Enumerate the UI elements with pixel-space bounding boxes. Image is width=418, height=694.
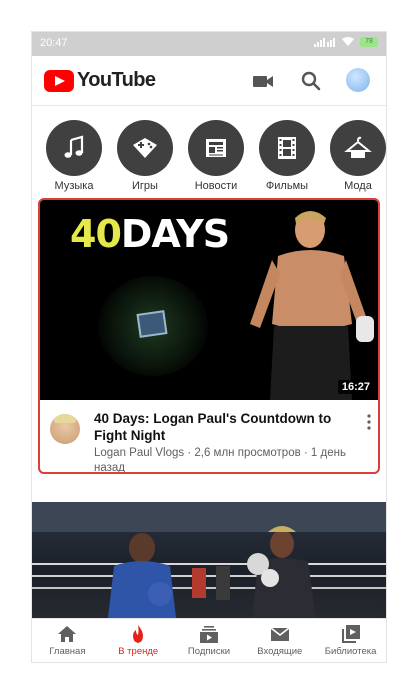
nav-label: В тренде [118, 646, 159, 657]
category-label: Фильмы [265, 180, 309, 192]
film-icon [278, 137, 296, 159]
home-icon [58, 626, 77, 642]
status-time: 20:47 [40, 37, 68, 49]
nav-subscriptions[interactable]: Подписки [174, 619, 245, 662]
phone-screen: 20:47 78 YouTube Музыка Игры Новости Фил… [32, 32, 386, 662]
nav-label: Библиотека [324, 646, 377, 657]
video-title[interactable]: 40 Days: Logan Paul's Countdown to Fight… [94, 410, 358, 444]
signal-icon [314, 38, 335, 47]
fighter-figure [250, 211, 374, 400]
search-icon[interactable] [298, 68, 324, 94]
status-bar: 20:47 78 [32, 32, 386, 56]
thumbnail-number: 40 [70, 212, 122, 256]
mail-icon [270, 627, 290, 641]
category-circle [259, 120, 315, 176]
category-circle [117, 120, 173, 176]
flame-icon [133, 625, 144, 643]
app-bar: YouTube [32, 56, 386, 106]
category-circle [188, 120, 244, 176]
category-music[interactable]: Музыка [46, 120, 102, 192]
newspaper-icon [206, 139, 226, 157]
video-thumbnail[interactable]: 40DAYS 16:27 [40, 200, 378, 400]
subscriptions-icon [199, 626, 218, 643]
video-subtitle: Logan Paul Vlogs · 2,6 млн просмотров · … [94, 447, 346, 474]
video-duration: 16:27 [337, 380, 374, 394]
gamepad-icon [133, 138, 157, 158]
youtube-play-icon [44, 69, 74, 92]
thumbnail-word: DAYS [120, 212, 230, 256]
more-options-icon[interactable] [366, 414, 372, 430]
category-movies[interactable]: Фильмы [259, 120, 315, 192]
music-note-icon [64, 135, 84, 158]
status-icons: 78 [314, 37, 378, 47]
category-label: Мода [344, 180, 372, 192]
nav-trending[interactable]: В тренде [103, 619, 174, 662]
category-label: Игры [132, 180, 158, 192]
category-fashion[interactable]: Мода [330, 120, 386, 192]
nav-home[interactable]: Главная [32, 619, 103, 662]
wifi-icon [342, 37, 354, 46]
video-meta: 40 Days: Logan Paul's Countdown to Fight… [40, 400, 378, 472]
ring-mat [136, 310, 168, 338]
nav-inbox[interactable]: Входящие [244, 619, 315, 662]
video-card[interactable]: 40DAYS 16:27 40 Days: Logan Paul's Count… [38, 198, 380, 474]
category-games[interactable]: Игры [117, 120, 173, 192]
boxing-ring-aerial [98, 276, 208, 376]
camera-icon[interactable] [250, 68, 276, 94]
nav-label: Главная [49, 646, 86, 657]
category-label: Новости [194, 180, 238, 192]
category-news[interactable]: Новости [188, 120, 244, 192]
nav-label: Подписки [187, 646, 231, 657]
battery-icon: 78 [360, 37, 378, 47]
boxing-scene [32, 502, 386, 618]
bottom-navigation: Главная В тренде Подписки Входящие Библи… [32, 618, 386, 662]
category-circle [330, 120, 386, 176]
library-icon [341, 625, 360, 643]
category-row: Музыка Игры Новости Фильмы Мода [32, 120, 386, 198]
account-avatar[interactable] [346, 68, 370, 92]
logo-text: YouTube [77, 69, 156, 91]
category-circle [46, 120, 102, 176]
nav-label: Входящие [257, 646, 303, 657]
video-thumbnail-2[interactable] [32, 502, 386, 618]
hanger-icon [344, 136, 372, 158]
thumbnail-title-text: 40DAYS [70, 212, 230, 256]
channel-avatar[interactable] [50, 414, 80, 444]
category-label: Музыка [54, 180, 94, 192]
youtube-logo[interactable]: YouTube [44, 69, 156, 92]
nav-library[interactable]: Библиотека [315, 619, 386, 662]
